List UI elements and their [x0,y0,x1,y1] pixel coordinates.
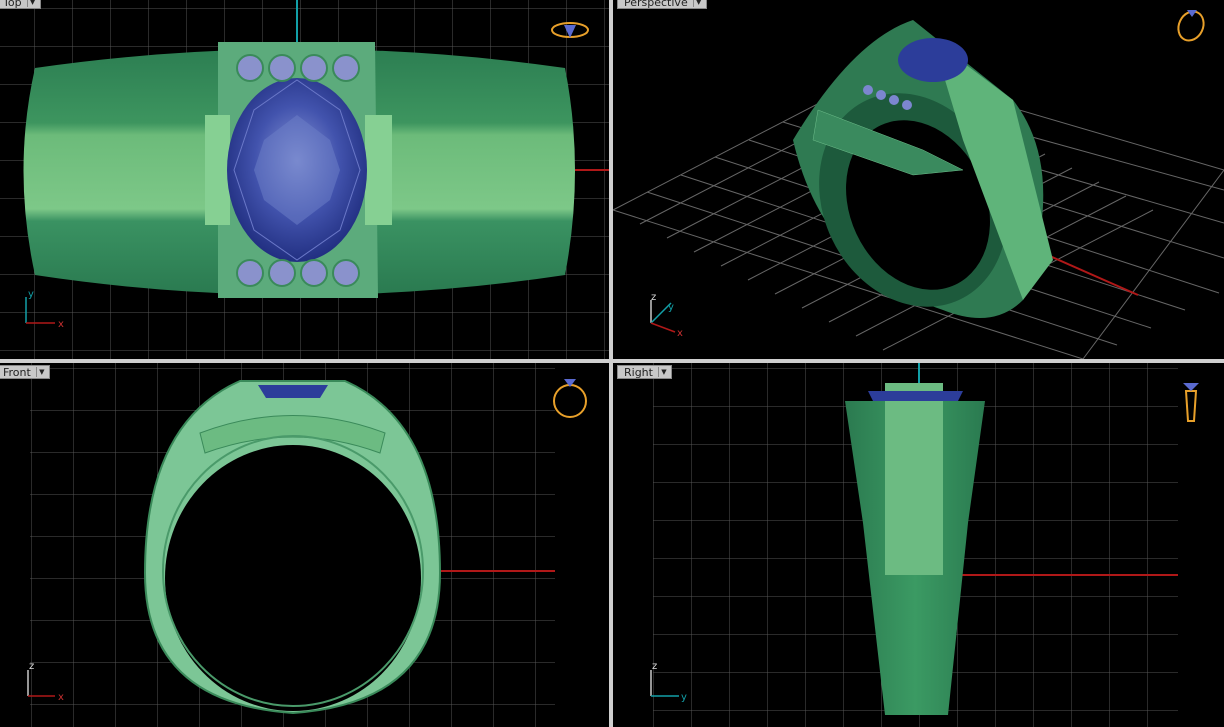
top-viewport[interactable]: y x Top ▼ [0,0,609,359]
axis-y-label: y [681,692,687,703]
chevron-down-icon[interactable]: ▼ [26,0,38,7]
viewport-label-right[interactable]: Right ▼ [617,365,672,379]
viewport-divider-horizontal[interactable] [0,359,1224,363]
viewport-divider-vertical[interactable] [609,0,613,727]
chevron-down-icon[interactable]: ▼ [692,0,704,7]
viewport-label-perspective-text: Perspective [624,0,688,9]
center-sapphire [898,38,968,82]
viewport-label-front-text: Front [3,366,31,379]
ring-perspective-icon [1177,10,1205,42]
top-viewport-canvas[interactable]: y x [0,0,609,359]
axis-x-label: x [58,319,64,330]
viewport-label-perspective[interactable]: Perspective ▼ [617,0,707,9]
axis-x-label: x [58,692,64,703]
ring-side-view-icon [1183,383,1199,422]
front-viewport-canvas[interactable]: z x [0,363,609,727]
front-viewport[interactable]: z x Front ▼ [0,363,609,727]
perspective-viewport[interactable]: z y x Perspective ▼ [613,0,1224,359]
axis-z-label: z [652,661,657,672]
viewport-label-top-text: Top [3,0,22,9]
axis-z-label: z [29,661,34,672]
ring-front-profile[interactable] [143,380,442,715]
axis-gizmo: z y x [650,292,683,339]
right-viewport[interactable]: z y Right ▼ [613,363,1224,727]
viewport-label-top[interactable]: Top ▼ [0,0,41,9]
axis-z-label: z [651,292,656,303]
perspective-viewport-canvas[interactable]: z y x [613,0,1224,359]
ring-perspective[interactable] [785,20,1053,338]
axis-y-label: y [668,302,674,313]
axis-x-label: x [677,328,683,339]
front-gem [258,385,328,398]
viewport-label-front[interactable]: Front ▼ [0,365,50,379]
viewport-label-right-text: Right [624,366,653,379]
center-sapphire[interactable] [227,78,367,262]
axis-y-label: y [28,289,34,300]
ring-front-view-icon [553,379,587,418]
chevron-down-icon[interactable]: ▼ [35,367,47,377]
right-viewport-canvas[interactable]: z y [613,363,1224,727]
chevron-down-icon[interactable]: ▼ [657,367,669,377]
